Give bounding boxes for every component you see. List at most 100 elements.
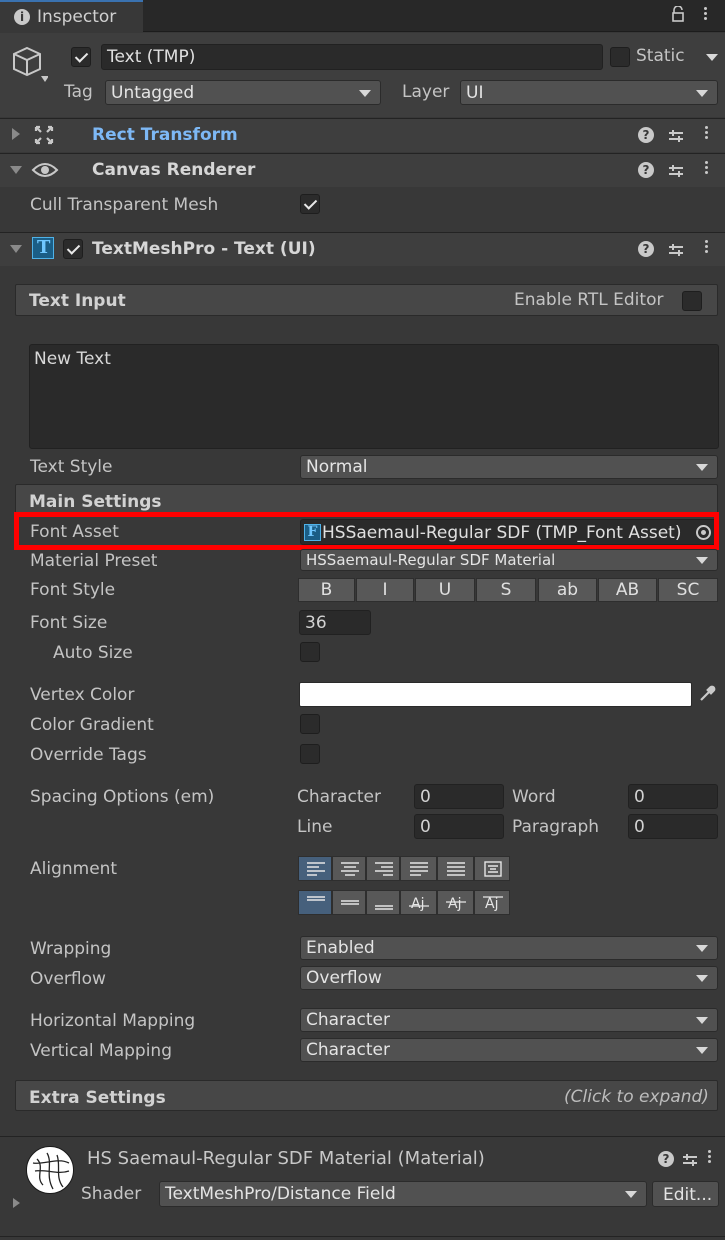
valign-baseline-button[interactable]: Aj: [400, 890, 437, 915]
bottom-divider: [0, 1236, 725, 1237]
presets-icon[interactable]: [669, 242, 683, 256]
valign-top-button[interactable]: [298, 890, 332, 915]
rect-transform-title: Rect Transform: [92, 125, 238, 145]
valign-midline-icon: Aj: [446, 896, 466, 912]
material-preset-dropdown[interactable]: HSSaemaul-Regular SDF Material: [300, 549, 718, 571]
presets-icon[interactable]: [683, 1152, 697, 1166]
text-input-header: Text Input: [29, 291, 126, 311]
font-size-input[interactable]: 36: [299, 610, 371, 635]
align-justified-icon: [410, 862, 428, 876]
horizontal-mapping-label: Horizontal Mapping: [30, 1011, 196, 1031]
align-justified-button[interactable]: [400, 856, 437, 881]
component-menu-icon[interactable]: [705, 124, 708, 141]
help-icon[interactable]: ?: [638, 241, 654, 257]
align-center-button[interactable]: [332, 856, 366, 881]
font-style-italic-button[interactable]: I: [356, 578, 414, 602]
foldout-expanded-icon[interactable]: [10, 245, 22, 253]
shader-dropdown[interactable]: TextMeshPro/Distance Field: [159, 1181, 647, 1207]
svg-text:Aj: Aj: [485, 896, 498, 912]
help-icon[interactable]: ?: [638, 162, 654, 178]
foldout-collapsed-icon[interactable]: [13, 1198, 20, 1208]
textmeshpro-enabled-checkbox[interactable]: [63, 239, 83, 259]
gameobject-icon[interactable]: [12, 44, 49, 88]
material-divider: [0, 1136, 725, 1137]
svg-text:Aj: Aj: [448, 896, 461, 912]
presets-icon[interactable]: [669, 163, 683, 177]
font-style-lowercase-button[interactable]: ab: [538, 578, 597, 602]
chevron-down-icon: [696, 1047, 708, 1054]
component-menu-icon[interactable]: [705, 238, 708, 255]
cull-transparent-mesh-checkbox[interactable]: [300, 194, 320, 214]
layer-dropdown[interactable]: UI: [460, 80, 718, 105]
color-gradient-checkbox[interactable]: [300, 714, 320, 734]
line-spacing-label: Line: [297, 817, 333, 837]
valign-capline-button[interactable]: Aj: [474, 890, 510, 915]
font-style-smallcaps-button[interactable]: SC: [658, 578, 718, 602]
override-tags-label: Override Tags: [30, 745, 147, 765]
paragraph-spacing-input[interactable]: 0: [628, 814, 718, 839]
tag-dropdown[interactable]: Untagged: [105, 80, 381, 105]
text-style-dropdown[interactable]: Normal: [300, 455, 718, 479]
static-checkbox[interactable]: [610, 47, 630, 67]
valign-bottom-button[interactable]: [366, 890, 400, 915]
presets-icon[interactable]: [669, 128, 683, 142]
valign-top-icon: [307, 896, 325, 901]
info-icon: i: [14, 9, 30, 25]
align-flush-button[interactable]: [437, 856, 474, 881]
color-gradient-label: Color Gradient: [30, 715, 154, 735]
eyedropper-icon[interactable]: [698, 685, 716, 703]
override-tags-checkbox[interactable]: [300, 744, 320, 764]
foldout-collapsed-icon[interactable]: [12, 128, 20, 140]
font-style-strikethrough-button[interactable]: S: [476, 578, 536, 602]
svg-text:Aj: Aj: [411, 896, 424, 912]
horizontal-mapping-dropdown[interactable]: Character: [300, 1008, 718, 1032]
align-right-button[interactable]: [366, 856, 400, 881]
component-menu-icon[interactable]: [705, 159, 708, 176]
rtl-editor-label: Enable RTL Editor: [514, 290, 664, 310]
font-style-uppercase-button[interactable]: AB: [598, 578, 657, 602]
font-style-underline-button[interactable]: U: [415, 578, 475, 602]
chevron-down-icon: [696, 1017, 708, 1024]
align-flush-icon: [447, 862, 465, 876]
wrapping-dropdown[interactable]: Enabled: [300, 936, 718, 960]
text-input-area[interactable]: New Text: [29, 344, 719, 449]
align-center-icon: [341, 862, 359, 876]
textmeshpro-title: TextMeshPro - Text (UI): [92, 239, 316, 259]
material-menu-icon[interactable]: [708, 1148, 711, 1165]
help-icon[interactable]: ?: [638, 127, 654, 143]
wrapping-label: Wrapping: [30, 939, 112, 959]
chevron-down-icon: [625, 1191, 637, 1198]
line-spacing-input[interactable]: 0: [414, 814, 504, 839]
lock-icon[interactable]: [672, 5, 684, 22]
object-active-checkbox[interactable]: [71, 47, 91, 67]
tab-inspector[interactable]: i Inspector: [0, 0, 143, 33]
valign-baseline-icon: Aj: [409, 896, 429, 912]
eye-icon: [31, 160, 59, 180]
rtl-editor-checkbox[interactable]: [682, 291, 702, 311]
auto-size-checkbox[interactable]: [300, 642, 320, 662]
align-geometry-button[interactable]: [474, 856, 510, 881]
foldout-expanded-icon[interactable]: [10, 166, 22, 174]
canvas-renderer-title: Canvas Renderer: [92, 160, 256, 180]
valign-middle-button[interactable]: [332, 890, 366, 915]
font-style-bold-button[interactable]: B: [298, 578, 355, 602]
word-spacing-input[interactable]: 0: [628, 784, 718, 809]
help-icon[interactable]: ?: [658, 1151, 674, 1167]
character-spacing-input[interactable]: 0: [414, 784, 504, 809]
textmeshpro-icon: T: [32, 237, 54, 259]
font-style-label: Font Style: [30, 580, 116, 600]
chevron-down-icon: [696, 945, 708, 952]
valign-midline-button[interactable]: Aj: [437, 890, 474, 915]
align-left-button[interactable]: [298, 856, 332, 881]
vertical-mapping-dropdown[interactable]: Character: [300, 1038, 718, 1062]
object-name-input[interactable]: Text (TMP): [101, 44, 603, 70]
chevron-down-icon: [696, 975, 708, 982]
overflow-dropdown[interactable]: Overflow: [300, 966, 718, 990]
tab-menu-icon[interactable]: [704, 5, 707, 22]
static-dropdown-arrow[interactable]: [706, 54, 718, 61]
auto-size-label: Auto Size: [53, 643, 133, 663]
main-settings-header: Main Settings: [29, 492, 162, 512]
shader-edit-button[interactable]: Edit...: [652, 1181, 719, 1207]
vertex-color-swatch[interactable]: [299, 682, 692, 707]
static-label: Static: [636, 46, 685, 66]
